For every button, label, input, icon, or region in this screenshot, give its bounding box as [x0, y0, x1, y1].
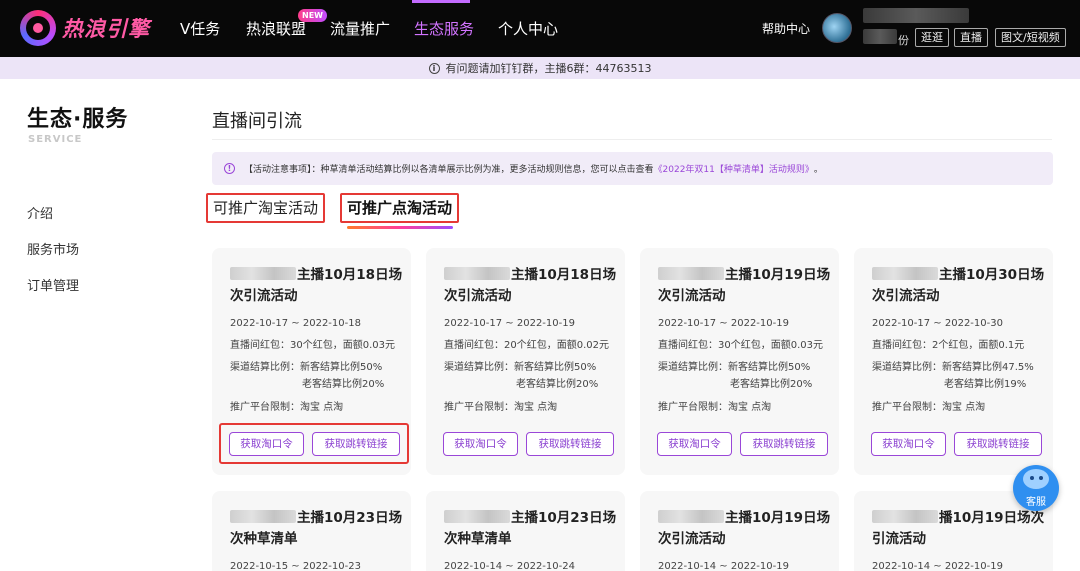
user-avatar[interactable] [822, 13, 852, 43]
redacted-anchor-name [872, 510, 938, 523]
get-taokouling-button[interactable]: 获取淘口令 [871, 432, 946, 456]
title-divider [212, 139, 1052, 140]
role-redacted [863, 29, 897, 44]
activity-card: 主播10月19日场次引流活动 2022-10-14 ~ 2022-10-19 [640, 491, 839, 571]
sidebar-subtitle: SERVICE [28, 134, 83, 145]
help-center-link[interactable]: 帮助中心 [762, 20, 810, 37]
redacted-anchor-name [444, 510, 510, 523]
nav-item-relang-alliance[interactable]: 热浪联盟 [246, 18, 306, 39]
activity-card: 主播10月19日场次引流活动 2022-10-17 ~ 2022-10-19 直… [640, 248, 839, 475]
card-red-packet: 直播间红包：30个红包，面额0.03元 [230, 340, 395, 351]
card-date-range: 2022-10-17 ~ 2022-10-19 [658, 318, 789, 329]
tab-taobao-activity[interactable]: 可推广淘宝活动 [206, 193, 326, 223]
mascot-eye [1030, 476, 1034, 480]
card-ratio-old: 老客结算比例20% [730, 379, 813, 390]
customer-service-label: 客服 [1026, 497, 1046, 508]
sidebar-item-intro[interactable]: 介绍 [27, 203, 53, 222]
card-platform: 推广平台限制：淘宝 点淘 [230, 402, 344, 413]
card-date-range: 2022-10-15 ~ 2022-10-23 [230, 561, 361, 571]
card-ratio-old: 老客结算比例20% [516, 379, 599, 390]
role-chip-guangguang[interactable]: 逛逛 [915, 28, 949, 47]
nav-item-personal-center[interactable]: 个人中心 [498, 18, 558, 39]
logo-ring-icon [20, 10, 56, 46]
redacted-anchor-name [230, 510, 296, 523]
get-jump-link-button[interactable]: 获取跳转链接 [954, 432, 1042, 456]
customer-service-button[interactable]: 客服 [1013, 465, 1059, 511]
new-badge: NEW [298, 9, 327, 22]
info-icon: i [428, 62, 440, 74]
card-platform: 推广平台限制：淘宝 点淘 [658, 402, 772, 413]
get-jump-link-button[interactable]: 获取跳转链接 [526, 432, 614, 456]
card-platform: 推广平台限制：淘宝 点淘 [444, 402, 558, 413]
get-taokouling-button[interactable]: 获取淘口令 [657, 432, 732, 456]
sidebar-item-service-market[interactable]: 服务市场 [27, 239, 79, 258]
card-date-range: 2022-10-14 ~ 2022-10-19 [658, 561, 789, 571]
get-taokouling-button[interactable]: 获取淘口令 [443, 432, 518, 456]
rules-link[interactable]: 《2022年双11【种草清单】活动规则》 [654, 162, 814, 175]
rules-notice: ! 【活动注意事项】：种草清单活动结算比例以各清单展示比例为准，更多活动规则信息… [212, 152, 1053, 185]
nav-active-indicator [412, 0, 470, 3]
tab-diantao-activity[interactable]: 可推广点淘活动 [340, 193, 460, 223]
redacted-anchor-name [230, 267, 296, 280]
card-platform: 推广平台限制：淘宝 点淘 [872, 402, 986, 413]
nav-item-v-task[interactable]: V任务 [180, 18, 220, 39]
redacted-anchor-name [444, 267, 510, 280]
info-icon: ! [224, 163, 235, 174]
notice-text: 有问题请加钉钉群，主播6群：44763513 [445, 62, 652, 75]
card-ratio-new: 渠道结算比例：新客结算比例50% [444, 362, 597, 373]
get-jump-link-button[interactable]: 获取跳转链接 [740, 432, 828, 456]
card-date-range: 2022-10-14 ~ 2022-10-24 [444, 561, 575, 571]
redacted-anchor-name [658, 267, 724, 280]
highlight-box [219, 423, 409, 464]
card-date-range: 2022-10-17 ~ 2022-10-19 [444, 318, 575, 329]
card-ratio-old: 老客结算比例19% [944, 379, 1027, 390]
elephant-mascot-icon [1023, 469, 1049, 489]
top-nav: 热浪引擎 V任务 热浪联盟 NEW 流量推广 生态服务 个人中心 帮助中心 份 … [0, 0, 1080, 57]
rules-text: 【活动注意事项】：种草清单活动结算比例以各清单展示比例为准，更多活动规则信息，您… [244, 165, 654, 175]
page-title: 直播间引流 [212, 111, 302, 132]
activity-card: 主播10月30日场次引流活动 2022-10-17 ~ 2022-10-30 直… [854, 248, 1053, 475]
active-tab-indicator [347, 226, 453, 229]
notice-bar: i 有问题请加钉钉群，主播6群：44763513 [0, 57, 1080, 79]
nav-item-eco-service[interactable]: 生态服务 [414, 18, 474, 39]
activity-card: 主播10月23日场次种草清单 2022-10-14 ~ 2022-10-24 [426, 491, 625, 571]
activity-card: 主播10月23日场次种草清单 2022-10-15 ~ 2022-10-23 [212, 491, 411, 571]
role-suffix: 份 [898, 34, 909, 47]
redacted-anchor-name [658, 510, 724, 523]
nav-item-traffic-promo[interactable]: 流量推广 [330, 18, 390, 39]
role-chip-image-video[interactable]: 图文/短视频 [995, 28, 1066, 47]
card-date-range: 2022-10-17 ~ 2022-10-18 [230, 318, 361, 329]
card-date-range: 2022-10-17 ~ 2022-10-30 [872, 318, 1003, 329]
card-red-packet: 直播间红包：30个红包，面额0.03元 [658, 340, 823, 351]
username-redacted [863, 8, 969, 23]
activity-card: 主播10月18日场次引流活动 2022-10-17 ~ 2022-10-19 直… [426, 248, 625, 475]
logo-text: 热浪引擎 [62, 17, 150, 41]
card-ratio-new: 渠道结算比例：新客结算比例50% [230, 362, 383, 373]
card-ratio-old: 老客结算比例20% [302, 379, 385, 390]
card-ratio-new: 渠道结算比例：新客结算比例50% [658, 362, 811, 373]
mascot-eye [1039, 476, 1043, 480]
card-red-packet: 直播间红包：2个红包，面额0.1元 [872, 340, 1025, 351]
card-ratio-new: 渠道结算比例：新客结算比例47.5% [872, 362, 1034, 373]
sidebar-item-order-management[interactable]: 订单管理 [27, 275, 79, 294]
redacted-anchor-name [872, 267, 938, 280]
card-date-range: 2022-10-14 ~ 2022-10-19 [872, 561, 1003, 571]
sidebar-title: 生态·服务 [27, 107, 129, 132]
logo[interactable]: 热浪引擎 [20, 9, 150, 47]
role-chip-live[interactable]: 直播 [954, 28, 988, 47]
card-red-packet: 直播间红包：20个红包，面额0.02元 [444, 340, 609, 351]
rules-suffix: 。 [813, 165, 823, 175]
